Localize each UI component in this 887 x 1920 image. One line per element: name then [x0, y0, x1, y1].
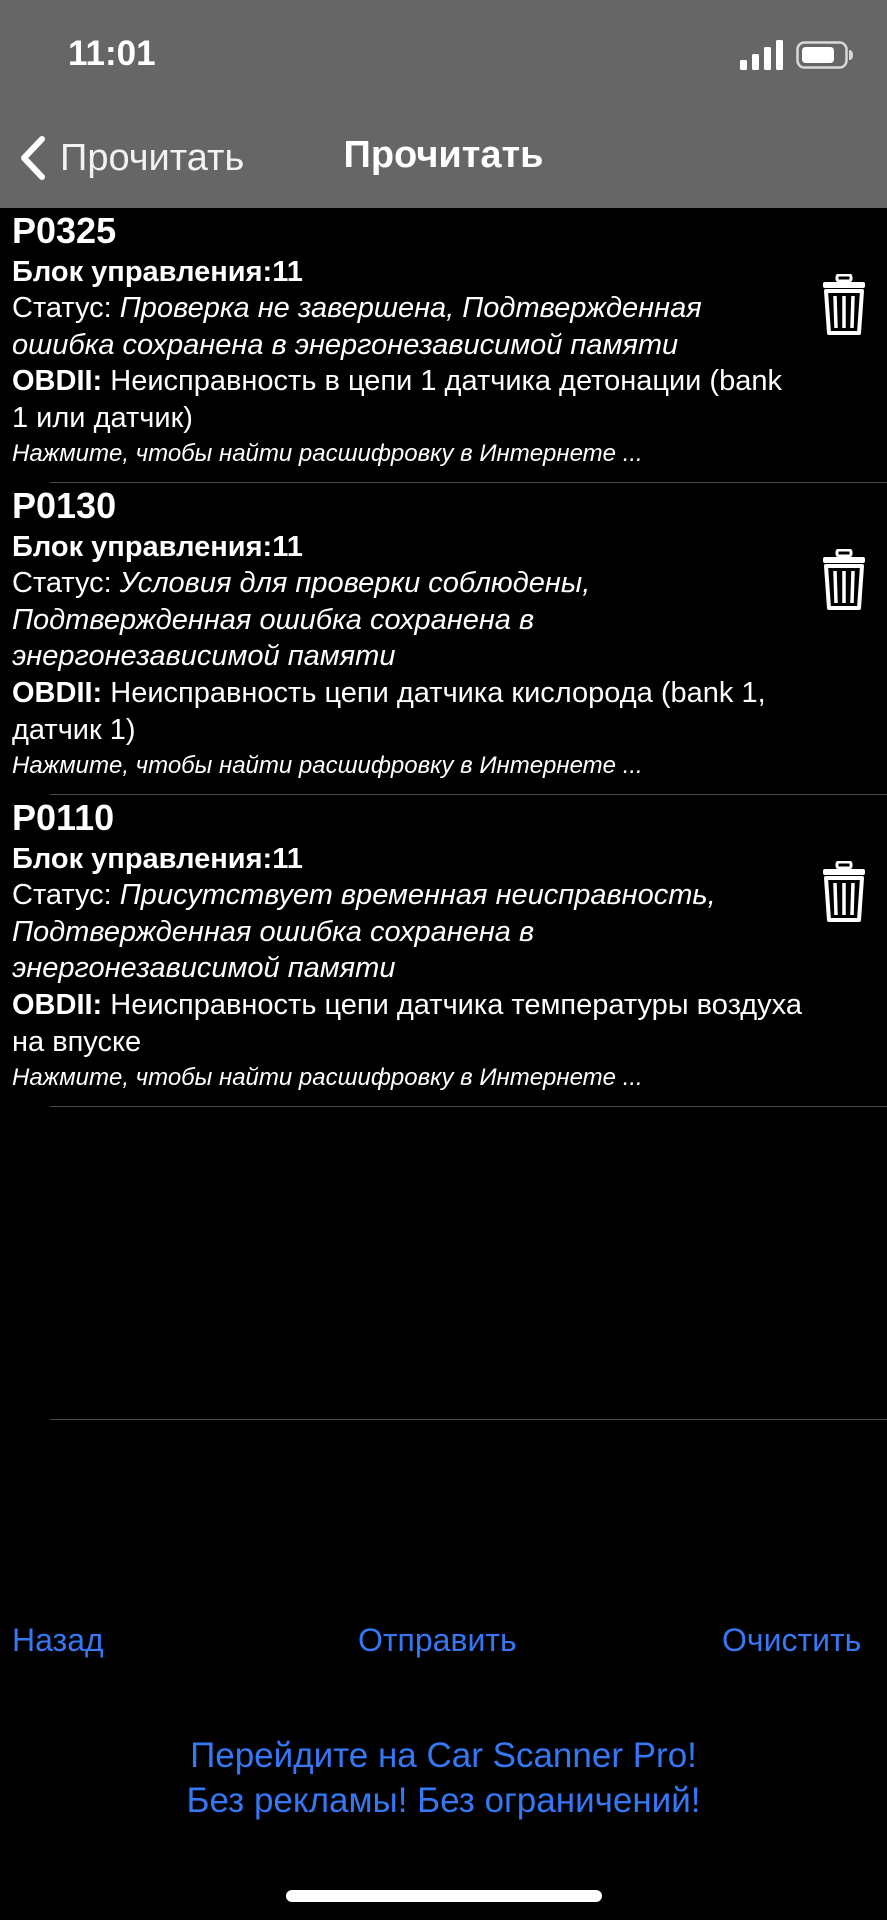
error-status: Статус: Проверка не завершена, Подтвержд…: [12, 290, 792, 363]
error-obd-description: OBDII: Неисправность цепи датчика кислор…: [12, 675, 802, 748]
obd-value: Неисправность в цепи 1 датчика детонации…: [12, 365, 782, 434]
home-indicator: [286, 1890, 602, 1902]
error-code: P0325: [12, 210, 117, 251]
upgrade-promo-link[interactable]: Перейдите на Car Scanner Pro! Без реклам…: [0, 1733, 887, 1823]
error-obd-description: OBDII: Неисправность в цепи 1 датчика де…: [12, 363, 802, 436]
status-value: Присутствует временная неисправность, По…: [12, 879, 716, 984]
error-status: Статус: Присутствует временная неисправн…: [12, 877, 792, 987]
promo-line-2: Без рекламы! Без ограничений!: [186, 1781, 701, 1820]
error-control-unit: Блок управления:11: [12, 531, 303, 563]
error-item[interactable]: P0325 Блок управления:11 Статус: Проверк…: [0, 208, 887, 483]
error-code: P0130: [12, 485, 117, 526]
back-button[interactable]: Назад: [12, 1622, 104, 1659]
header: 11:01 Прочитать Прочитать: [0, 0, 887, 208]
status-label: Статус:: [12, 879, 112, 911]
error-status: Статус: Условия для проверки соблюдены, …: [12, 565, 792, 675]
error-item[interactable]: P0110 Блок управления:11 Статус: Присутс…: [0, 795, 887, 1107]
status-value: Проверка не завершена, Подтвержденная ош…: [12, 292, 702, 361]
search-online-hint[interactable]: Нажмите, чтобы найти расшифровку в Интер…: [12, 439, 643, 469]
status-time: 11:01: [68, 34, 156, 73]
search-online-hint[interactable]: Нажмите, чтобы найти расшифровку в Интер…: [12, 1063, 643, 1093]
status-label: Статус:: [12, 292, 112, 324]
promo-line-1: Перейдите на Car Scanner Pro!: [190, 1736, 697, 1775]
obd-label: OBDII:: [12, 989, 103, 1021]
error-code: P0110: [12, 797, 115, 838]
error-control-unit: Блок управления:11: [12, 843, 303, 875]
obd-value: Неисправность цепи датчика кислорода (ba…: [12, 677, 766, 746]
empty-row-divider: [50, 1419, 887, 1420]
obd-value: Неисправность цепи датчика температуры в…: [12, 989, 802, 1058]
obd-label: OBDII:: [12, 365, 103, 397]
error-obd-description: OBDII: Неисправность цепи датчика темпер…: [12, 987, 802, 1060]
obd-label: OBDII:: [12, 677, 103, 709]
cellular-signal-icon: [740, 40, 783, 70]
page-title: Прочитать: [343, 134, 544, 176]
search-online-hint[interactable]: Нажмите, чтобы найти расшифровку в Интер…: [12, 751, 643, 781]
battery-icon: [796, 41, 853, 69]
status-label: Статус:: [12, 567, 112, 599]
trash-icon[interactable]: [822, 861, 866, 923]
row-divider: [50, 1106, 887, 1107]
error-control-unit: Блок управления:11: [12, 256, 303, 288]
error-item[interactable]: P0130 Блок управления:11 Статус: Условия…: [0, 483, 887, 795]
trash-icon[interactable]: [822, 549, 866, 611]
clear-button[interactable]: Очистить: [722, 1622, 861, 1659]
trash-icon[interactable]: [822, 274, 866, 336]
error-list: P0325 Блок управления:11 Статус: Проверк…: [0, 208, 887, 1107]
send-button[interactable]: Отправить: [358, 1622, 517, 1659]
